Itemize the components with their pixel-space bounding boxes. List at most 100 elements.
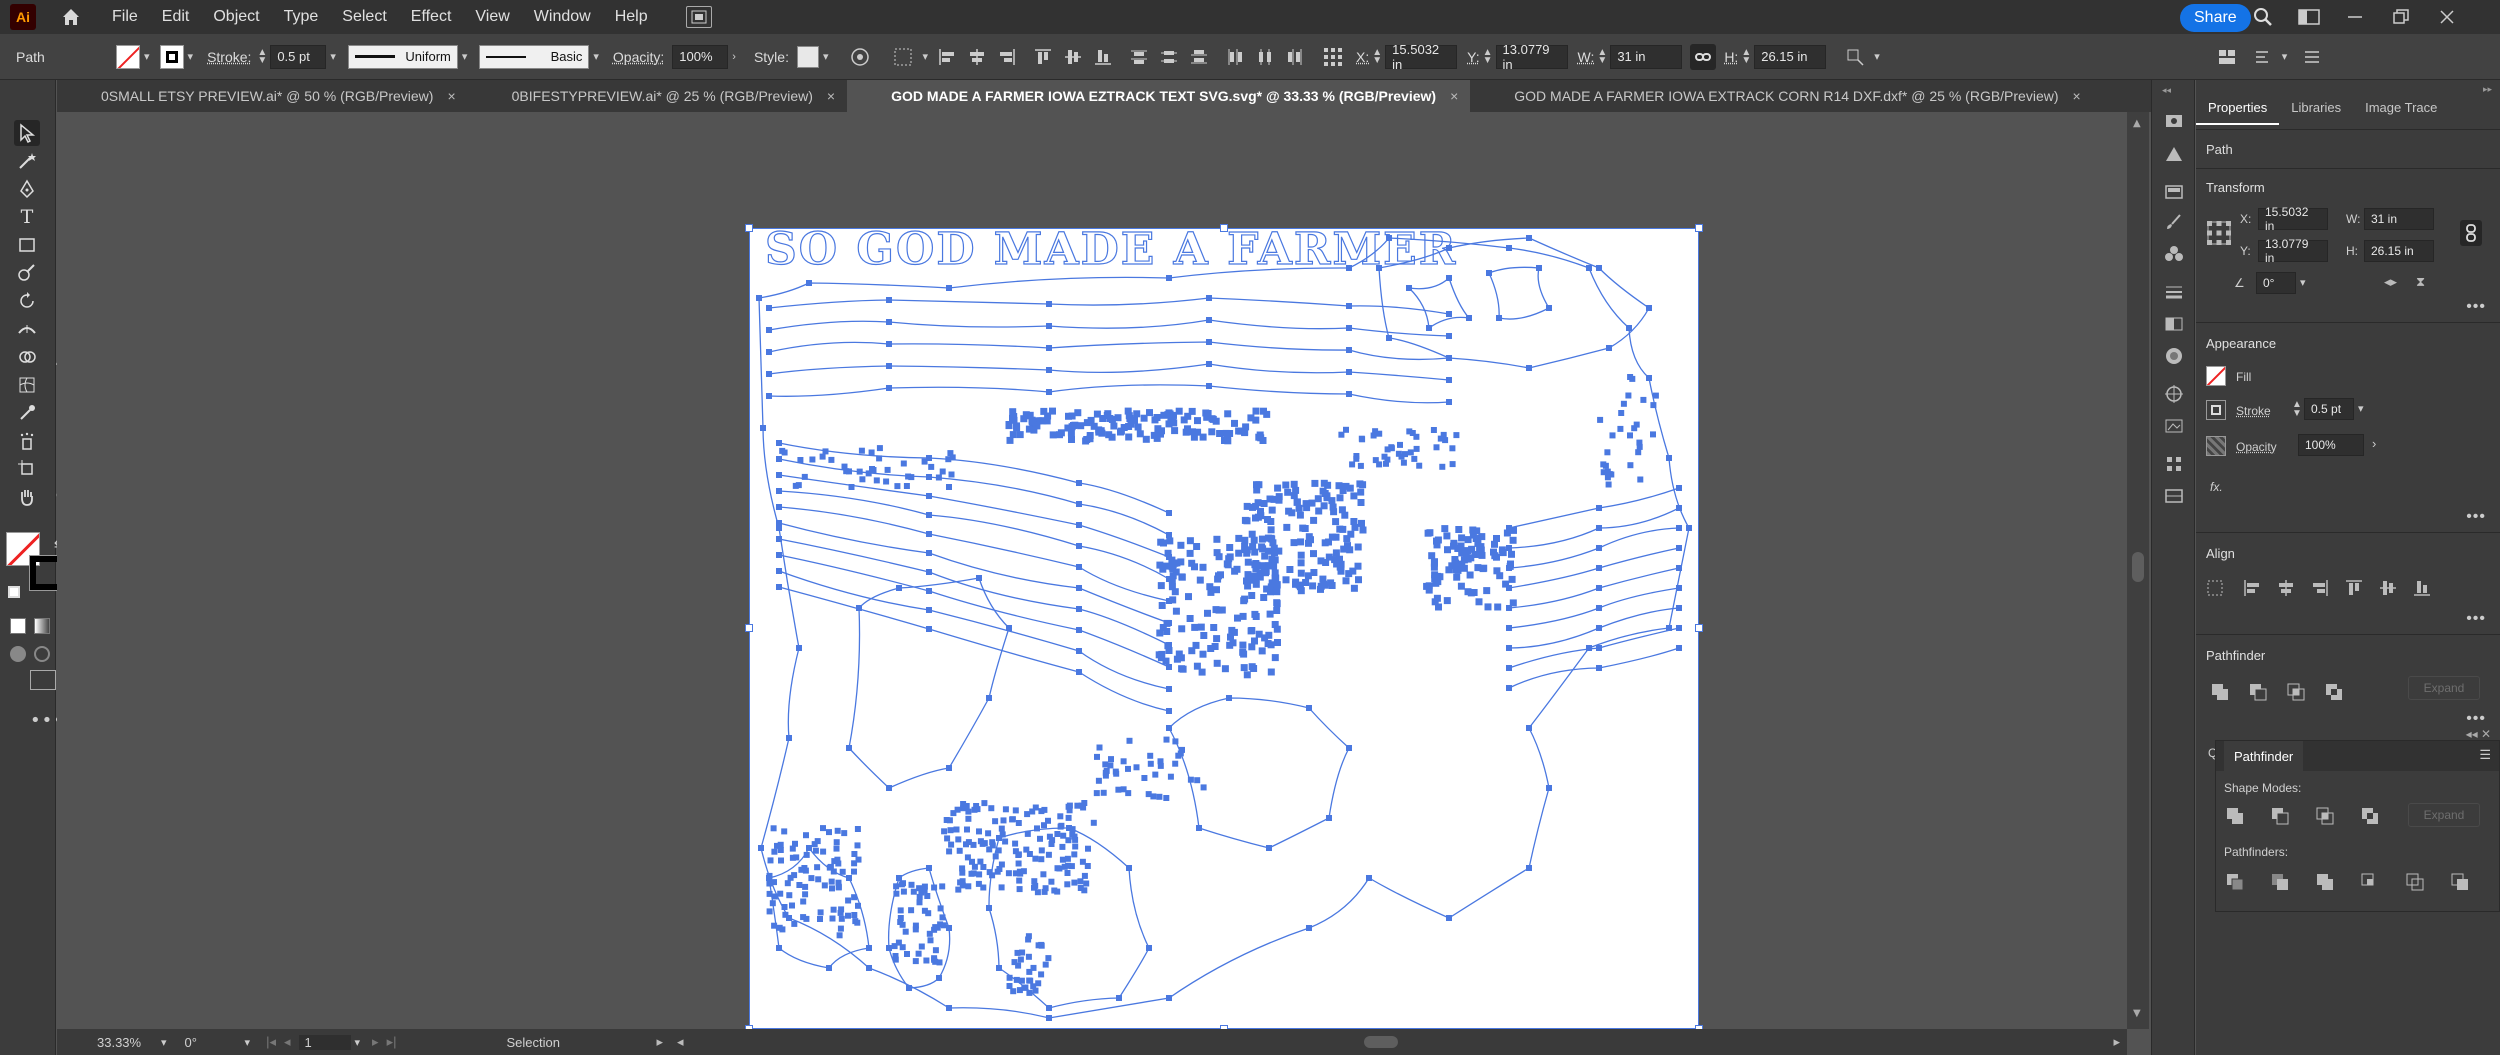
anchor-point[interactable] [1026,989,1033,996]
anchor-point[interactable] [1258,647,1266,655]
artwork-path[interactable] [1508,547,1680,589]
anchor-point[interactable] [1432,579,1440,587]
anchor-point[interactable] [1376,265,1382,271]
anchor-point[interactable] [1637,476,1644,483]
anchor-point[interactable] [1057,823,1064,830]
anchor-point[interactable] [948,841,955,848]
anchor-point[interactable] [1116,995,1122,1001]
anchor-point[interactable] [1676,505,1682,511]
anchor-point[interactable] [1076,648,1082,654]
anchor-point[interactable] [837,925,844,932]
anchor-point[interactable] [1406,285,1412,291]
workspace-switcher-icon[interactable] [2296,4,2322,30]
anchor-point[interactable] [766,349,772,355]
anchor-point[interactable] [851,851,858,857]
anchor-point[interactable] [803,832,809,839]
anchor-point[interactable] [946,925,952,931]
anchor-point[interactable] [1349,567,1357,575]
anchor-point[interactable] [1209,415,1217,423]
anchor-point[interactable] [1213,549,1221,557]
properties-tab-image-trace[interactable]: Image Trace [2353,100,2449,125]
anchor-point[interactable] [1068,436,1075,443]
anchor-point[interactable] [916,885,923,892]
anchor-point[interactable] [1179,746,1185,753]
anchor-point[interactable] [1444,546,1451,554]
anchor-point[interactable] [1332,549,1340,557]
anchor-point[interactable] [1266,845,1272,851]
anchor-point[interactable] [1676,585,1682,591]
anchor-point[interactable] [1076,480,1082,486]
minus-front-icon[interactable] [2269,805,2291,827]
anchor-point[interactable] [1446,399,1452,405]
anchor-point[interactable] [1097,427,1105,435]
anchor-point[interactable] [1127,420,1135,428]
anchor-point[interactable] [1229,639,1237,647]
artwork-path[interactable] [778,554,1170,668]
anchor-point[interactable] [1586,645,1592,651]
anchor-point[interactable] [1147,752,1154,759]
anchor-point[interactable] [1474,564,1482,572]
draw-normal-icon[interactable] [10,646,26,662]
brush-definition-select[interactable]: Basic [479,44,590,69]
anchor-point[interactable] [886,363,892,369]
anchor-point[interactable] [1013,424,1021,432]
anchor-point[interactable] [1194,428,1202,436]
anchor-point[interactable] [1526,865,1532,871]
anchor-point[interactable] [870,467,877,473]
anchor-point[interactable] [1100,789,1107,796]
anchor-point[interactable] [1064,870,1071,876]
anchor-point[interactable] [893,883,900,890]
resize-handle[interactable] [1695,224,1703,232]
anchor-point[interactable] [1284,488,1292,496]
chevron-down-icon[interactable]: ▾ [330,50,336,63]
anchor-point[interactable] [1483,587,1491,595]
anchor-point[interactable] [1038,971,1045,978]
anchor-point[interactable] [1626,325,1632,331]
close-tab-icon[interactable]: × [2073,88,2081,104]
anchor-point[interactable] [926,930,933,937]
anchor-point[interactable] [1506,245,1512,251]
anchor-point[interactable] [1054,888,1061,895]
canvas-area[interactable]: SO GOD MADE A FARMER [57,112,2127,1029]
anchor-point[interactable] [1169,596,1177,604]
anchor-point[interactable] [1196,825,1202,831]
anchor-point[interactable] [1324,481,1332,489]
anchor-point[interactable] [893,890,900,897]
anchor-point[interactable] [1045,851,1052,858]
chevron-down-icon[interactable]: ▾ [923,50,929,63]
anchor-point[interactable] [1305,533,1313,541]
anchor-point[interactable] [985,830,992,837]
anchor-point[interactable] [776,504,782,510]
anchor-point[interactable] [766,327,772,333]
chevron-down-icon[interactable]: ▾ [355,1036,361,1049]
anchor-point[interactable] [936,975,942,981]
anchor-point[interactable] [819,453,826,460]
anchor-point[interactable] [964,826,970,833]
anchor-point[interactable] [1255,630,1263,638]
anchor-point[interactable] [1186,537,1194,545]
anchor-point[interactable] [1433,444,1440,451]
anchor-point[interactable] [908,474,915,481]
first-artboard-icon[interactable]: |◂ [266,1034,276,1050]
anchor-point[interactable] [1076,669,1082,675]
last-artboard-icon[interactable]: ▸| [387,1034,397,1050]
anchor-point[interactable] [846,875,852,881]
width-tool-icon[interactable] [14,316,40,342]
rotate-tool-icon[interactable] [14,288,40,314]
anchor-point[interactable] [1009,408,1017,416]
pathfinder-expand-button[interactable]: Expand [2408,803,2480,827]
anchor-point[interactable] [1069,826,1076,833]
chevron-right-icon[interactable]: › [732,51,736,63]
anchor-point[interactable] [931,956,938,963]
menu-window[interactable]: Window [534,8,591,26]
anchor-point[interactable] [838,906,845,913]
anchor-point[interactable] [776,456,782,462]
anchor-point[interactable] [986,846,993,853]
anchor-point[interactable] [1509,536,1517,544]
anchor-point[interactable] [1040,871,1047,878]
anchor-point[interactable] [906,985,912,991]
anchor-point[interactable] [948,471,955,478]
chevron-down-icon[interactable]: ▾ [823,50,829,63]
anchor-point[interactable] [1250,536,1258,544]
anchor-point[interactable] [1286,566,1294,573]
